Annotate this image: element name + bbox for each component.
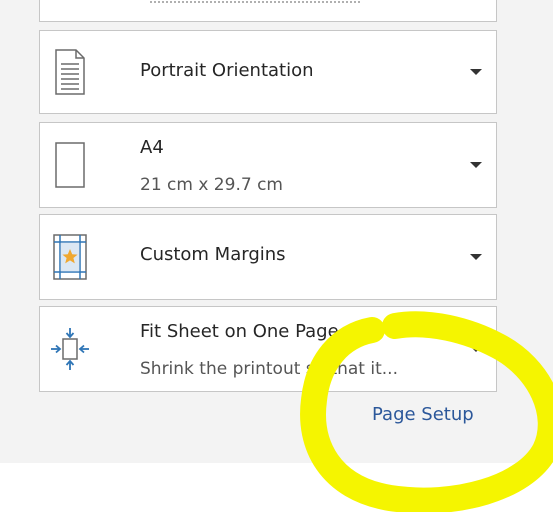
chevron-down-icon[interactable] bbox=[470, 346, 482, 352]
margins-dropdown[interactable]: Custom Margins bbox=[39, 214, 497, 300]
chevron-down-icon[interactable] bbox=[470, 162, 482, 168]
paper-size-label: A4 bbox=[140, 137, 164, 158]
blank-page-icon bbox=[52, 141, 88, 189]
print-settings-panel: Portrait Orientation A4 21 cm x 29.7 cm bbox=[0, 0, 553, 463]
setting-row-partial-top[interactable] bbox=[39, 0, 497, 22]
chevron-down-icon[interactable] bbox=[470, 69, 482, 75]
portrait-page-icon bbox=[52, 48, 88, 96]
chevron-down-icon[interactable] bbox=[470, 254, 482, 260]
page-setup-link[interactable]: Page Setup bbox=[372, 404, 474, 425]
fit-to-page-icon bbox=[48, 325, 92, 373]
margins-icon bbox=[52, 233, 88, 281]
orientation-dropdown[interactable]: Portrait Orientation bbox=[39, 30, 497, 114]
orientation-label: Portrait Orientation bbox=[140, 60, 314, 81]
paper-size-dropdown[interactable]: A4 21 cm x 29.7 cm bbox=[39, 122, 497, 208]
margins-label: Custom Margins bbox=[140, 244, 286, 265]
scaling-description: Shrink the printout so that it... bbox=[140, 359, 398, 379]
scaling-dropdown[interactable]: Fit Sheet on One Page Shrink the printou… bbox=[39, 306, 497, 392]
scaling-label: Fit Sheet on One Page bbox=[140, 321, 339, 342]
print-settings-screen: Portrait Orientation A4 21 cm x 29.7 cm bbox=[0, 0, 553, 512]
paper-size-dimensions: 21 cm x 29.7 cm bbox=[140, 175, 283, 195]
partial-row-remnant bbox=[150, 1, 360, 7]
